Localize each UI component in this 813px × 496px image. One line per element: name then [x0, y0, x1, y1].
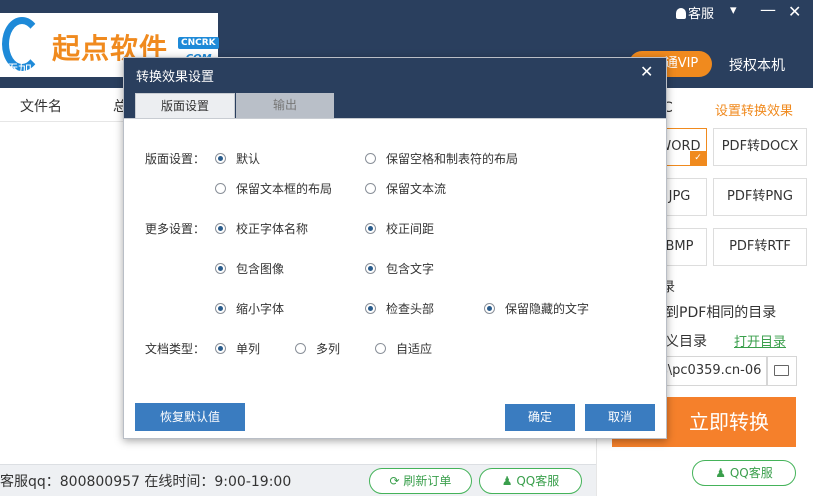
radio-icon — [365, 183, 376, 194]
option-label: 多列 — [316, 342, 341, 356]
authorize-button[interactable]: 授权本机 — [729, 55, 785, 75]
layout-settings-label: 版面设置： — [145, 152, 206, 166]
dir-custom-option[interactable]: 义目录 — [665, 331, 707, 351]
radio-selected-icon — [215, 223, 226, 234]
more-settings-label: 更多设置： — [145, 222, 206, 236]
doctype-option-single[interactable]: 单列 — [215, 340, 260, 357]
doctype-option-auto[interactable]: 自适应 — [375, 340, 432, 357]
option-label: 保留文本框的布局 — [236, 182, 333, 196]
tab-output[interactable]: 输出 — [236, 93, 334, 118]
more-option-text[interactable]: 包含文字 — [365, 260, 434, 277]
option-label: 检查头部 — [386, 302, 435, 316]
tab-layout[interactable]: 版面设置 — [135, 93, 235, 118]
column-filename: 文件名 — [20, 99, 62, 115]
doctype-label: 文档类型： — [145, 342, 206, 356]
radio-icon — [215, 183, 226, 194]
doctype-option-multi[interactable]: 多列 — [295, 340, 340, 357]
set-effect-link[interactable]: 设置转换效果 — [715, 100, 793, 119]
format-docx-button[interactable]: PDF转DOCX — [713, 128, 807, 166]
layout-option-keep-flow[interactable]: 保留文本流 — [365, 180, 446, 197]
refresh-order-button[interactable]: ⟳ 刷新订单 — [369, 468, 472, 494]
option-label: 校正间距 — [386, 222, 435, 236]
more-option-hidden-text[interactable]: 保留隐藏的文字 — [484, 300, 589, 317]
option-label: 包含文字 — [386, 262, 435, 276]
qq-service-button-2[interactable]: ♟ QQ客服 — [692, 460, 796, 486]
radio-icon — [365, 153, 376, 164]
option-label: 默认 — [236, 152, 261, 166]
radio-selected-icon — [365, 223, 376, 234]
menu-icon[interactable]: ▾ — [730, 3, 737, 18]
add-file-tab[interactable]: 添加 — [4, 60, 32, 80]
layout-option-keep-spaces[interactable]: 保留空格和制表符的布局 — [365, 150, 518, 167]
layout-option-keep-textbox[interactable]: 保留文本框的布局 — [215, 180, 332, 197]
service-button[interactable]: 客服 — [676, 3, 714, 22]
tab-divider — [124, 118, 666, 119]
more-option-fix-spacing[interactable]: 校正间距 — [365, 220, 434, 237]
option-label: 包含图像 — [236, 262, 285, 276]
radio-icon — [295, 343, 306, 354]
folder-icon — [774, 365, 789, 376]
more-option-fix-font[interactable]: 校正字体名称 — [215, 220, 308, 237]
refresh-order-label: 刷新订单 — [403, 474, 452, 488]
dir-same-option[interactable]: 到PDF相同的目录 — [665, 302, 776, 322]
service-label: 客服 — [688, 7, 715, 22]
radio-selected-icon — [365, 303, 376, 314]
service-info: 客服qq：800800957 在线时间：9:00-19:00 — [0, 474, 292, 490]
qq-service-label: QQ客服 — [516, 474, 560, 488]
dialog-title: 转换效果设置 — [136, 70, 215, 85]
format-png-button[interactable]: PDF转PNG — [713, 178, 807, 216]
option-label: 缩小字体 — [236, 302, 285, 316]
radio-selected-icon — [215, 343, 226, 354]
radio-selected-icon — [484, 303, 495, 314]
open-dir-link[interactable]: 打开目录 — [734, 331, 786, 350]
radio-selected-icon — [215, 263, 226, 274]
radio-selected-icon — [215, 153, 226, 164]
more-option-shrink-font[interactable]: 缩小字体 — [215, 300, 284, 317]
more-option-check-header[interactable]: 检查头部 — [365, 300, 434, 317]
option-label: 单列 — [236, 342, 261, 356]
option-label: 保留文本流 — [386, 182, 447, 196]
radio-selected-icon — [215, 303, 226, 314]
qq-service-button[interactable]: ♟ QQ客服 — [479, 468, 582, 494]
format-rtf-button[interactable]: PDF转RTF — [713, 228, 807, 266]
dialog-close-icon[interactable]: ✕ — [640, 62, 653, 81]
restore-defaults-button[interactable]: 恢复默认值 — [135, 403, 245, 431]
option-label: 自适应 — [396, 342, 433, 356]
person-icon — [676, 8, 686, 19]
option-label: 保留隐藏的文字 — [505, 302, 590, 316]
option-label: 保留空格和制表符的布局 — [386, 152, 519, 166]
layout-option-default[interactable]: 默认 — [215, 150, 260, 167]
radio-selected-icon — [365, 263, 376, 274]
logo-badge: CNCRK — [178, 37, 219, 49]
cancel-button[interactable]: 取消 — [585, 404, 655, 431]
more-option-images[interactable]: 包含图像 — [215, 260, 284, 277]
option-label: 校正字体名称 — [236, 222, 309, 236]
ok-button[interactable]: 确定 — [505, 404, 575, 431]
radio-icon — [375, 343, 386, 354]
close-icon[interactable]: ✕ — [788, 2, 801, 21]
minimize-icon[interactable]: — — [760, 0, 776, 19]
check-icon: ✓ — [690, 151, 706, 165]
qq-service-label-2: QQ客服 — [729, 466, 773, 480]
output-path-input[interactable]: s\pc0359.cn-06 — [652, 356, 767, 386]
